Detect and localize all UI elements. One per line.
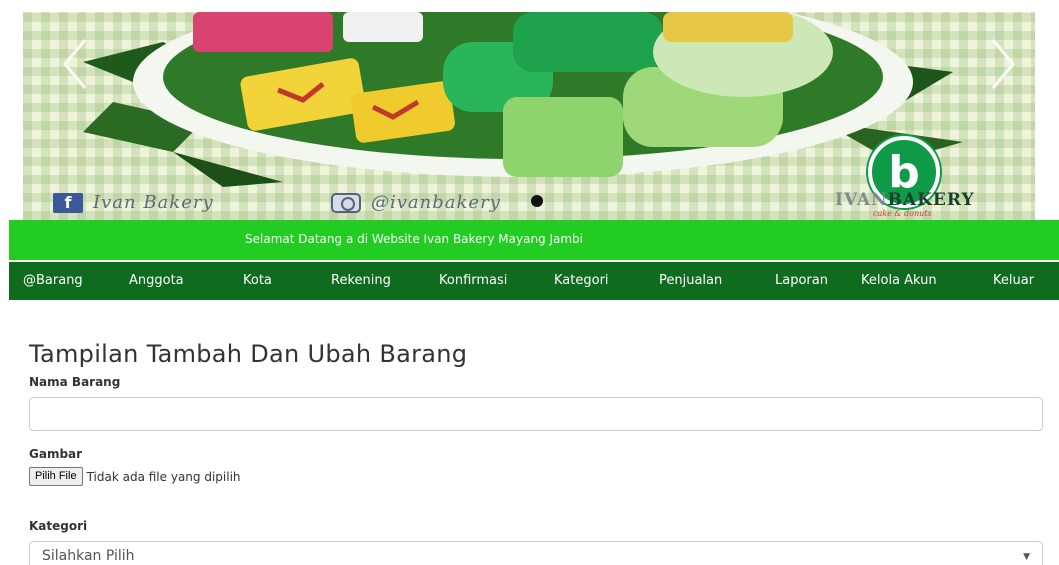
nav-item-kota[interactable]: Kota bbox=[243, 273, 272, 288]
facebook-icon: f bbox=[53, 192, 83, 213]
chevron-down-icon: ▼ bbox=[1023, 552, 1030, 562]
banner-carousel: f Ivan Bakery @ivanbakery b IVANBAKERY c… bbox=[23, 12, 1035, 220]
brand-logo-tagline: cake & donuts bbox=[873, 209, 932, 218]
nav-item-kelola-akun[interactable]: Kelola Akun bbox=[861, 273, 937, 288]
welcome-bar: Selamat Datang a di Website Ivan Bakery … bbox=[9, 220, 1059, 260]
instagram-handle: @ivanbakery bbox=[371, 192, 501, 213]
chevron-right-icon bbox=[991, 39, 1015, 89]
facebook-caption: f Ivan Bakery bbox=[53, 192, 214, 213]
nav-item-rekening[interactable]: Rekening bbox=[331, 273, 391, 288]
nama-barang-label: Nama Barang bbox=[29, 375, 121, 389]
chevron-left-icon bbox=[63, 39, 87, 89]
brand-logo-text: IVANBAKERY bbox=[835, 190, 975, 210]
brand-logo-bakery: BAKERY bbox=[887, 190, 975, 210]
gambar-label: Gambar bbox=[29, 447, 83, 461]
facebook-name: Ivan Bakery bbox=[93, 192, 214, 213]
nav-item-penjualan[interactable]: Penjualan bbox=[659, 273, 722, 288]
kategori-label: Kategori bbox=[29, 519, 88, 533]
instagram-icon bbox=[331, 192, 361, 213]
nav-item-laporan[interactable]: Laporan bbox=[775, 273, 828, 288]
kategori-selected-value: Silahkan Pilih bbox=[42, 548, 135, 564]
carousel-prev-button[interactable] bbox=[57, 34, 97, 94]
brand-logo-ivan: IVAN bbox=[835, 190, 888, 210]
nav-item-kategori[interactable]: Kategori bbox=[554, 273, 609, 288]
gambar-file-input: Pilih File Tidak ada file yang dipilih bbox=[29, 467, 241, 486]
nav-item-konfirmasi[interactable]: Konfirmasi bbox=[439, 273, 507, 288]
nav-item-anggota[interactable]: Anggota bbox=[129, 273, 184, 288]
nav-item-barang[interactable]: @Barang bbox=[23, 273, 83, 288]
carousel-next-button[interactable] bbox=[981, 34, 1021, 94]
main-navbar: @Barang Anggota Kota Rekening Konfirmasi… bbox=[9, 262, 1059, 300]
carousel-indicator-active[interactable] bbox=[531, 195, 543, 207]
file-status-text: Tidak ada file yang dipilih bbox=[86, 469, 241, 484]
nama-barang-input[interactable] bbox=[29, 397, 1043, 431]
choose-file-button[interactable]: Pilih File bbox=[29, 467, 83, 486]
nav-item-keluar[interactable]: Keluar bbox=[993, 273, 1034, 288]
instagram-caption: @ivanbakery bbox=[331, 192, 501, 213]
welcome-text: Selamat Datang a di Website Ivan Bakery … bbox=[245, 232, 584, 246]
page-title: Tampilan Tambah Dan Ubah Barang bbox=[29, 340, 468, 368]
kategori-select[interactable]: Silahkan Pilih ▼ bbox=[29, 541, 1043, 565]
